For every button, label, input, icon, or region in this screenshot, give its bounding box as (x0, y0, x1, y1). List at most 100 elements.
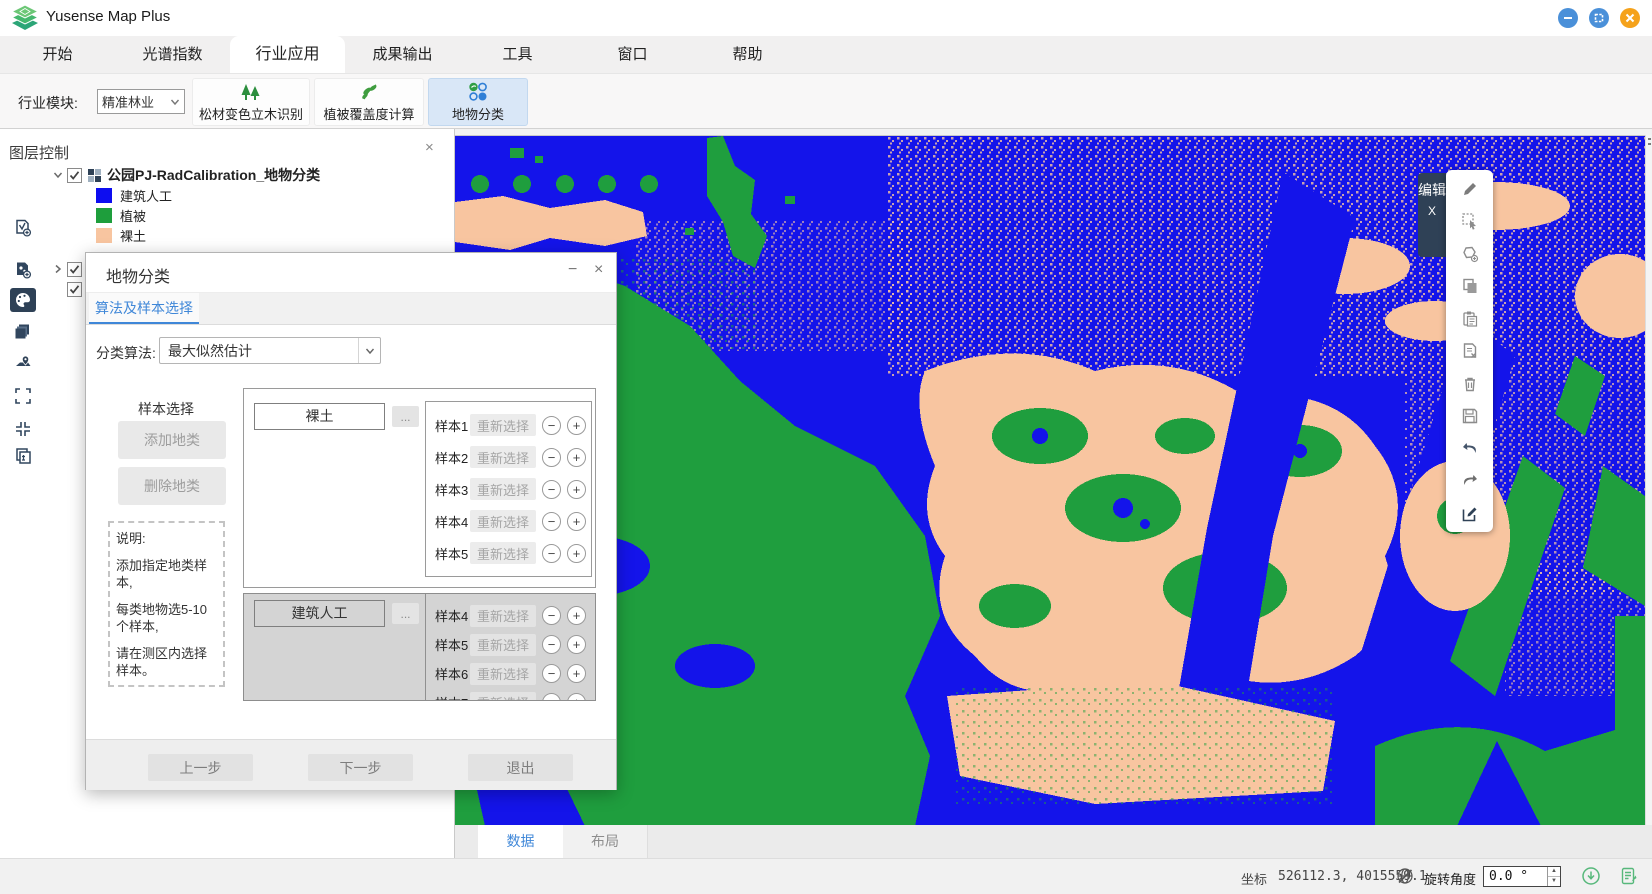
minus-button[interactable]: − (542, 664, 561, 683)
minus-button[interactable]: − (542, 480, 561, 499)
delete-trash-button[interactable] (1460, 374, 1479, 393)
plus-button[interactable]: + (567, 664, 586, 683)
sample-row: 样本6 重新选择 − + (426, 659, 596, 688)
save-edits-button[interactable] (1460, 407, 1479, 426)
menu-item-industry-apps[interactable]: 行业应用 (230, 36, 345, 73)
close-icon (1625, 13, 1635, 23)
layers-stack-button[interactable] (10, 319, 36, 343)
reselect-button[interactable]: 重新选择 (470, 510, 536, 532)
layer-checkbox[interactable] (67, 262, 82, 277)
minimize-button[interactable] (1558, 8, 1578, 28)
reselect-button[interactable]: 重新选择 (470, 663, 536, 685)
minus-button[interactable]: − (542, 544, 561, 563)
tool-pine-wood-detection[interactable]: 松材变色立木识别 (192, 78, 310, 126)
select-feature-button[interactable] (1460, 212, 1479, 231)
reselect-button[interactable]: 重新选择 (470, 478, 536, 500)
edit-toolbar-tab[interactable]: 编辑 X (1418, 173, 1446, 257)
layer-root-row[interactable]: 公园PJ-RadCalibration_地物分类 (45, 165, 445, 185)
tab-layout-view[interactable]: 布局 (563, 825, 648, 858)
layer-checkbox[interactable] (67, 168, 82, 183)
menu-item-spectral-index[interactable]: 光谱指数 (115, 36, 230, 73)
exit-button[interactable]: 退出 (468, 754, 573, 781)
menu-item-tools[interactable]: 工具 (460, 36, 575, 73)
paste-feature-button[interactable] (1460, 309, 1479, 328)
report-log-button[interactable] (1618, 865, 1640, 887)
layer-checkbox[interactable] (67, 282, 82, 297)
reselect-button[interactable]: 重新选择 (470, 605, 536, 627)
remove-feature-button[interactable] (1460, 342, 1479, 361)
download-button[interactable] (1580, 865, 1602, 887)
tool-vegetation-coverage[interactable]: 植被覆盖度计算 (314, 78, 424, 126)
collapse-extent-button[interactable] (10, 417, 36, 441)
draw-pencil-button[interactable] (1460, 179, 1479, 198)
minus-button[interactable]: − (542, 635, 561, 654)
plus-button[interactable]: + (567, 416, 586, 435)
copy-feature-button[interactable] (1460, 277, 1479, 296)
more-button[interactable]: ... (392, 603, 419, 624)
plus-button[interactable]: + (567, 606, 586, 625)
legend-item-vegetation: 植被 (45, 205, 445, 225)
menu-item-window[interactable]: 窗口 (575, 36, 690, 73)
minus-button[interactable]: − (542, 606, 561, 625)
redo-button[interactable] (1460, 472, 1479, 491)
plus-button[interactable]: + (567, 693, 586, 701)
layer-name[interactable]: 公园PJ-RadCalibration_地物分类 (107, 165, 320, 185)
spin-up-button[interactable]: ▲ (1548, 867, 1560, 876)
plus-button[interactable]: + (567, 480, 586, 499)
minus-button[interactable]: − (542, 448, 561, 467)
right-edge-panel (1645, 135, 1652, 825)
class-name-box[interactable]: 建筑人工 (254, 600, 385, 627)
reselect-button[interactable]: 重新选择 (470, 542, 536, 564)
copy-layer-button[interactable] (10, 444, 36, 468)
plus-button[interactable]: + (567, 512, 586, 531)
algorithm-select[interactable]: 最大似然估计 (159, 337, 381, 364)
dialog-minimize-button[interactable]: − (568, 261, 577, 279)
maximize-button[interactable] (1589, 8, 1609, 28)
rotation-angle-input[interactable]: 0.0 ° ▲ ▼ (1483, 866, 1561, 887)
projection-globe-icon (1395, 866, 1415, 891)
edit-tab-close-button[interactable]: X (1418, 203, 1446, 220)
raster-layer-icon (88, 169, 101, 182)
chevron-down-icon[interactable] (52, 169, 64, 181)
spin-down-button[interactable]: ▼ (1548, 876, 1560, 885)
dialog-title-bar[interactable]: 地物分类 − × (86, 253, 616, 293)
reselect-button[interactable]: 重新选择 (470, 634, 536, 656)
symbology-palette-button[interactable] (10, 288, 36, 312)
menu-item-help[interactable]: 帮助 (690, 36, 805, 73)
industry-module-select[interactable]: 精准林业 (97, 89, 185, 114)
close-button[interactable] (1620, 8, 1640, 28)
previous-step-button[interactable]: 上一步 (148, 754, 253, 781)
reselect-button[interactable]: 重新选择 (470, 692, 536, 702)
more-button[interactable]: ... (392, 406, 419, 427)
plus-button[interactable]: + (567, 448, 586, 467)
class-name-box[interactable]: 裸土 (254, 403, 385, 430)
layer-panel-close-button[interactable]: × (425, 139, 434, 156)
undo-button[interactable] (1460, 439, 1479, 458)
next-step-button[interactable]: 下一步 (308, 754, 413, 781)
edit-attributes-button[interactable] (1460, 504, 1479, 523)
chevron-right-icon[interactable] (52, 263, 64, 275)
plus-button[interactable]: + (567, 544, 586, 563)
sample-section-label: 样本选择 (126, 399, 206, 419)
minus-button[interactable]: − (542, 512, 561, 531)
algorithm-selected-value: 最大似然估计 (168, 341, 252, 361)
minus-button[interactable]: − (542, 416, 561, 435)
menu-item-start[interactable]: 开始 (0, 36, 115, 73)
add-class-button[interactable]: 添加地类 (118, 421, 226, 459)
reselect-button[interactable]: 重新选择 (470, 446, 536, 468)
tool-land-classification[interactable]: 地物分类 (428, 78, 528, 126)
plus-button[interactable]: + (567, 635, 586, 654)
add-polygon-button[interactable] (1460, 244, 1479, 263)
remove-class-button[interactable]: 删除地类 (118, 467, 226, 505)
tab-algorithm-sample[interactable]: 算法及样本选择 (89, 293, 199, 324)
dialog-close-button[interactable]: × (594, 261, 603, 279)
basemap-location-button[interactable] (10, 351, 36, 375)
full-extent-button[interactable] (10, 384, 36, 408)
leaf-icon (358, 82, 380, 102)
reselect-button[interactable]: 重新选择 (470, 414, 536, 436)
minus-button[interactable]: − (542, 693, 561, 701)
tab-data-view[interactable]: 数据 (478, 825, 563, 858)
menu-item-output[interactable]: 成果输出 (345, 36, 460, 73)
add-vector-layer-button[interactable] (10, 216, 36, 240)
add-raster-layer-button[interactable] (10, 258, 36, 282)
